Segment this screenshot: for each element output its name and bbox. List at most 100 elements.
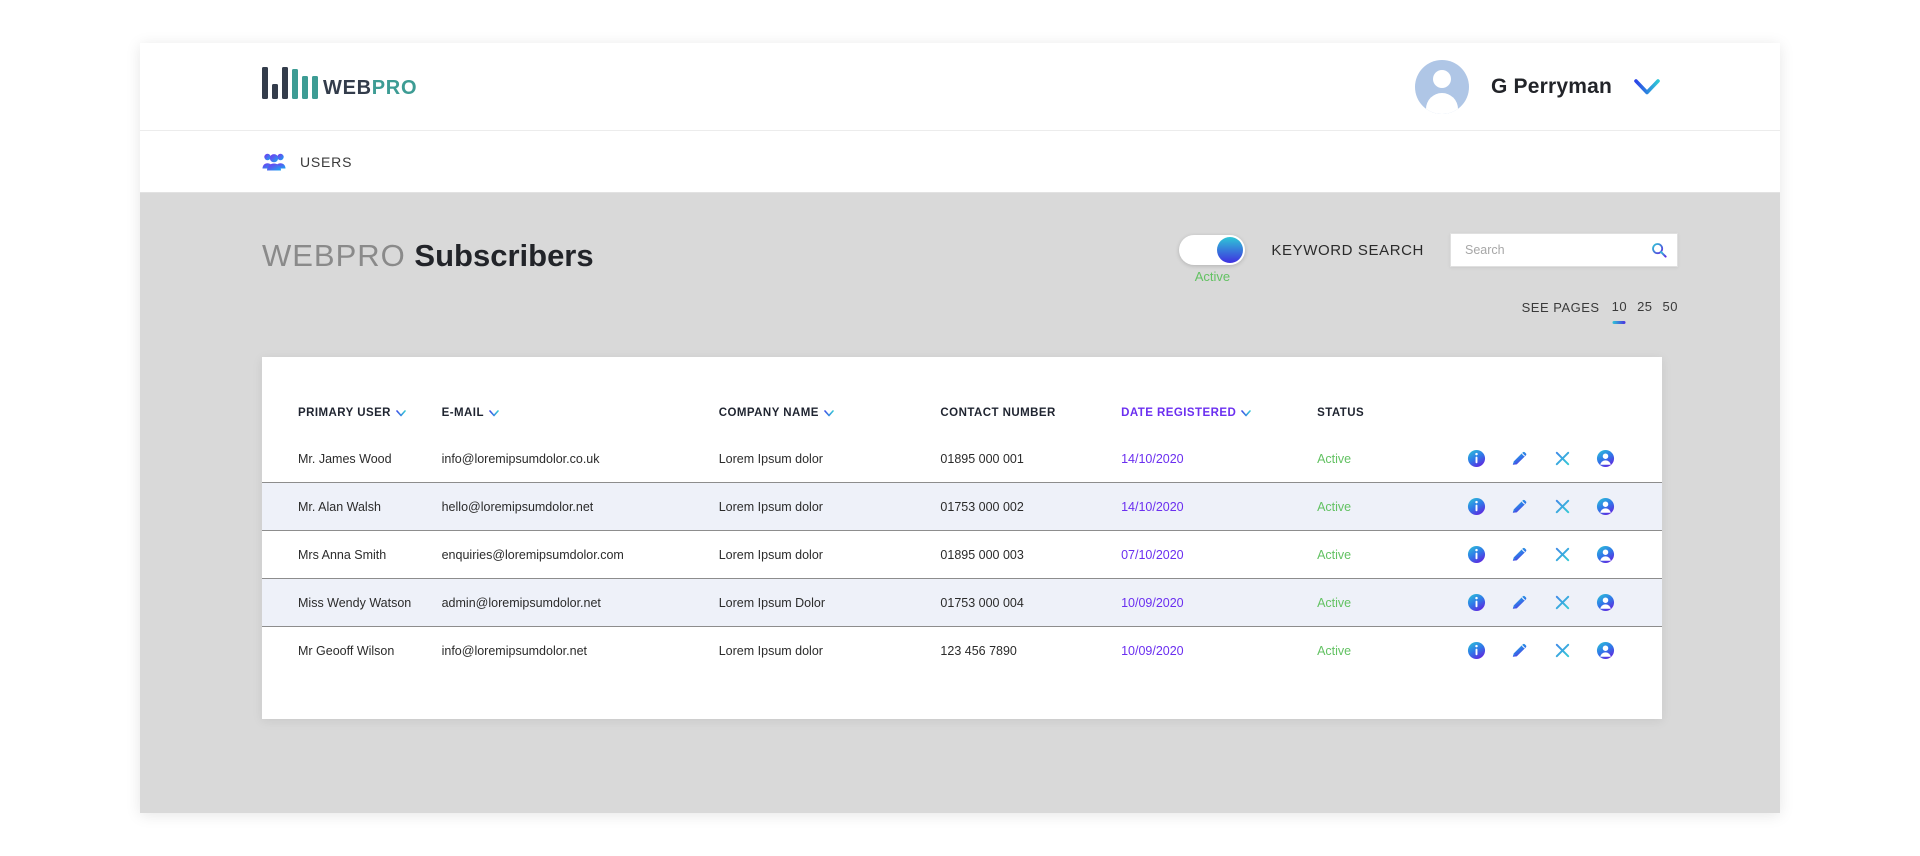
app-window: WEBPRO G Perryman USERS WEBPRO Subscribe… (140, 43, 1780, 813)
pagination-option-25[interactable]: 25 (1637, 299, 1652, 316)
primary-user-cell: Mr. James Wood (298, 451, 392, 466)
date-registered-cell: 10/09/2020 (1121, 643, 1184, 658)
chevron-down-icon[interactable] (1241, 409, 1252, 417)
brand-logo[interactable]: WEBPRO (262, 63, 417, 99)
column-header-label: CONTACT NUMBER (940, 407, 1056, 419)
close-icon[interactable] (1553, 545, 1572, 564)
pagination-label: SEE PAGES (1521, 300, 1600, 315)
company-name-cell: Lorem Ipsum dolor (718, 482, 941, 531)
edit-icon[interactable] (1510, 545, 1529, 564)
column-header-contact-number: CONTACT NUMBER (940, 357, 1121, 435)
column-header-actions (1467, 357, 1662, 435)
info-icon[interactable] (1467, 641, 1486, 660)
person-icon[interactable] (1596, 497, 1615, 516)
table-spacer-row (262, 674, 1662, 730)
contact-number-cell: 01753 000 004 (940, 578, 1122, 627)
chevron-down-icon[interactable] (1634, 78, 1660, 95)
brand-logo-pro: PRO (371, 77, 418, 99)
table-row[interactable]: Mr Geooff Wilson info@loremipsumdolor.net… (262, 627, 1662, 675)
person-icon[interactable] (1596, 641, 1615, 660)
pagination-option-10[interactable]: 10 (1612, 299, 1627, 316)
top-header-bar: WEBPRO G Perryman (140, 43, 1780, 131)
pagination-controls: SEE PAGES 10 25 50 (1522, 299, 1678, 316)
info-icon[interactable] (1467, 545, 1486, 564)
person-icon[interactable] (1596, 593, 1615, 612)
email-cell: hello@loremipsumdolor.net (441, 482, 719, 531)
keyword-search-label: KEYWORD SEARCH (1271, 241, 1424, 259)
row-actions-cell (1466, 482, 1662, 531)
column-header-label: COMPANY NAME (718, 407, 819, 419)
subscribers-table: PRIMARY USER E-MAIL COMPANY NAME CONTACT… (262, 357, 1662, 730)
date-registered-cell: 14/10/2020 (1121, 482, 1318, 531)
row-actions (1467, 593, 1662, 612)
table-header-row: PRIMARY USER E-MAIL COMPANY NAME CONTACT… (262, 357, 1662, 435)
company-name-cell: Lorem Ipsum Dolor (718, 578, 941, 627)
email-cell: info@loremipsumdolor.co.uk (441, 451, 600, 466)
table-row[interactable]: Mr. James Wood info@loremipsumdolor.co.uk… (262, 435, 1662, 483)
user-name-label: G Perryman (1490, 74, 1612, 98)
brand-logo-web: WEB (323, 77, 372, 99)
main-navigation: USERS (140, 131, 1780, 193)
column-header-label: DATE REGISTERED (1121, 407, 1237, 419)
primary-user-cell: Mrs Anna Smith (298, 547, 387, 562)
info-icon[interactable] (1467, 449, 1486, 468)
contact-number-cell: 01753 000 002 (940, 482, 1122, 531)
chevron-down-icon[interactable] (824, 409, 834, 417)
table-row[interactable]: Mr. Alan Walsh hello@loremipsumdolor.net L… (262, 482, 1662, 531)
table-row[interactable]: Mrs Anna Smith enquiries@loremipsumdolor.… (262, 531, 1662, 579)
column-header-label: STATUS (1317, 407, 1365, 419)
row-actions (1467, 449, 1662, 468)
column-header-status: STATUS (1317, 357, 1467, 435)
email-cell: info@loremipsumdolor.net (441, 643, 588, 658)
person-icon[interactable] (1596, 545, 1615, 564)
page-content: WEBPRO Subscribers Active KEYWORD SEARCH (140, 193, 1780, 813)
user-menu[interactable]: G Perryman (1414, 59, 1660, 114)
email-cell: admin@loremipsumdolor.net (441, 578, 719, 627)
column-header-primary-user[interactable]: PRIMARY USER (262, 357, 442, 435)
active-toggle-group: Active (1179, 235, 1246, 284)
column-header-label: E-MAIL (441, 407, 484, 419)
table-spacer-cell (262, 674, 1662, 730)
column-header-date-registered[interactable]: DATE REGISTERED (1121, 357, 1317, 435)
search-box[interactable] (1450, 233, 1678, 267)
active-toggle[interactable] (1179, 235, 1246, 265)
status-cell: Active (1317, 482, 1467, 531)
status-cell: Active (1317, 643, 1352, 658)
pagination-option-50[interactable]: 50 (1663, 299, 1678, 316)
page-title-bold: Subscribers (414, 238, 594, 273)
table-row[interactable]: Miss Wendy Watson admin@loremipsumdolor.n… (262, 578, 1662, 627)
edit-icon[interactable] (1510, 497, 1529, 516)
search-icon[interactable] (1651, 242, 1667, 258)
contact-number-cell: 01895 000 001 (940, 451, 1024, 466)
column-header-email[interactable]: E-MAIL (442, 357, 719, 435)
primary-user-cell: Mr. Alan Walsh (262, 482, 442, 531)
status-cell: Active (1317, 547, 1352, 562)
page-title-light: WEBPRO (262, 238, 406, 273)
close-icon[interactable] (1553, 449, 1572, 468)
toolbar-controls: Active KEYWORD SEARCH (1179, 233, 1678, 284)
close-icon[interactable] (1553, 593, 1572, 612)
chevron-down-icon[interactable] (396, 409, 406, 417)
table-body: Mr. James Wood info@loremipsumdolor.co.uk… (262, 435, 1662, 730)
close-icon[interactable] (1553, 497, 1572, 516)
primary-user-cell: Miss Wendy Watson (262, 578, 442, 627)
search-input[interactable] (1465, 243, 1651, 257)
edit-icon[interactable] (1510, 449, 1529, 468)
close-icon[interactable] (1553, 641, 1572, 660)
nav-item-label: USERS (300, 153, 353, 170)
info-icon[interactable] (1467, 593, 1486, 612)
chevron-down-icon[interactable] (489, 409, 499, 417)
date-registered-cell: 10/09/2020 (1121, 578, 1318, 627)
person-icon[interactable] (1596, 449, 1615, 468)
nav-item-users[interactable]: USERS (262, 152, 352, 171)
info-icon[interactable] (1467, 497, 1486, 516)
row-actions-cell (1467, 435, 1662, 483)
edit-icon[interactable] (1510, 641, 1529, 660)
column-header-label: PRIMARY USER (298, 407, 391, 419)
edit-icon[interactable] (1510, 593, 1529, 612)
company-name-cell: Lorem Ipsum dolor (718, 547, 823, 562)
column-header-company-name[interactable]: COMPANY NAME (719, 357, 941, 435)
status-cell: Active (1317, 578, 1467, 627)
company-name-cell: Lorem Ipsum dolor (718, 643, 823, 658)
date-registered-cell: 14/10/2020 (1121, 451, 1184, 466)
